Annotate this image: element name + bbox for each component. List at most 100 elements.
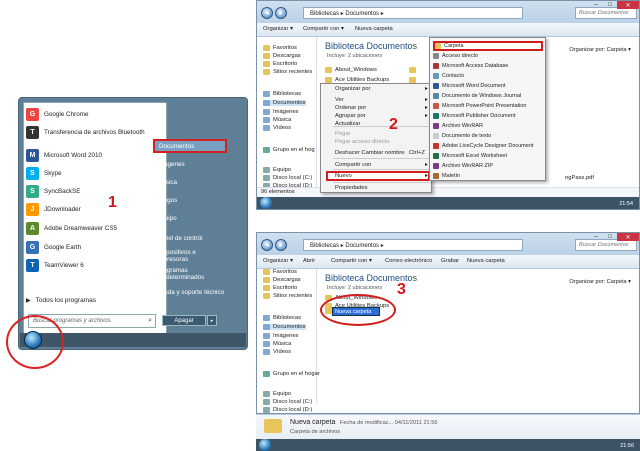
context-menu-item[interactable]: Nuevo (335, 173, 352, 179)
nav-item[interactable]: Sitios recientes (263, 293, 312, 299)
list-item[interactable]: About_Windows (325, 67, 377, 73)
context-menu-item[interactable]: Propiedades (335, 185, 368, 191)
back-button[interactable]: ◂ (261, 7, 273, 19)
nav-item[interactable]: Favoritos (263, 269, 297, 275)
start-menu-program[interactable]: G Google Earth (26, 238, 162, 256)
submenu-item-folder[interactable]: Carpeta (433, 41, 543, 51)
back-button[interactable]: ◂ (261, 239, 273, 251)
start-orb-icon[interactable] (259, 439, 271, 451)
submenu-item[interactable]: Maletín (433, 171, 543, 181)
start-menu-program[interactable]: G Google Chrome (26, 105, 162, 123)
nav-item[interactable]: Descargas (263, 53, 301, 59)
nav-item[interactable]: Bibliotecas (263, 315, 301, 321)
forward-button[interactable]: ▸ (275, 239, 287, 251)
nav-item[interactable]: Grupo en el hog (263, 147, 315, 153)
start-menu-program[interactable]: T TeamViewer 6 (26, 256, 162, 274)
shutdown-options-button[interactable]: ▸ (207, 315, 217, 326)
start-menu-program[interactable]: S SyncBackSE (26, 182, 162, 200)
nav-item[interactable]: Descargas (263, 277, 301, 283)
new-folder-button[interactable]: Nueva carpeta (355, 26, 393, 32)
context-menu-item[interactable]: Organizar por (335, 86, 370, 92)
start-menu-program[interactable]: A Adobe Dreamweaver CS5 (26, 219, 162, 237)
library-icon (263, 91, 270, 97)
nav-item[interactable]: Vídeos (263, 349, 291, 355)
maximize-button[interactable]: □ (603, 233, 617, 241)
context-menu-item[interactable]: Ver (335, 97, 344, 103)
nav-item[interactable]: Equipo (263, 391, 291, 397)
share-button[interactable]: Compartir con ▾ (331, 258, 372, 264)
submenu-item[interactable]: Documento de texto (433, 131, 543, 141)
arrange-by[interactable]: Organizar por: Carpeta ▾ (569, 279, 631, 285)
submenu-item[interactable]: Microsoft PowerPoint Presentation (433, 101, 543, 111)
nav-item[interactable]: Imágenes (263, 333, 298, 339)
start-menu-link[interactable]: Ayuda y soporte técnico (153, 285, 227, 299)
start-menu-link[interactable]: Dispositivos e impresoras (153, 249, 227, 263)
item-type-icon (433, 163, 439, 169)
start-menu-program[interactable]: T Transferencia de archivos Bluetooth (26, 123, 162, 141)
organize-button[interactable]: Organizar ▾ (263, 258, 293, 264)
submenu-item[interactable]: Microsoft Word Document (433, 81, 543, 91)
open-button[interactable]: Abrir (303, 258, 315, 264)
submenu-item[interactable]: Archivo WinRAR (433, 121, 543, 131)
address-bar[interactable]: Bibliotecas ▸ Documentos ▸ (303, 7, 523, 19)
email-button[interactable]: Correo electrónico (385, 258, 432, 264)
shutdown-button[interactable]: Apagar (162, 315, 206, 326)
start-menu-program[interactable]: S Skype (26, 164, 162, 182)
library-subtitle[interactable]: Incluye: 2 ubicaciones (327, 53, 382, 59)
nav-item[interactable]: Disco local (C:) (263, 399, 312, 405)
submenu-item[interactable]: Contacto (433, 71, 543, 81)
minimize-button[interactable]: – (589, 1, 603, 9)
start-menu-link[interactable]: Música (153, 175, 227, 189)
nav-item[interactable]: Disco local (D:) (263, 407, 312, 413)
library-subtitle[interactable]: Incluye: 2 ubicaciones (327, 285, 382, 291)
close-button[interactable]: ✕ (617, 1, 639, 9)
submenu-item[interactable]: Acceso directo (433, 51, 543, 61)
start-menu-link[interactable]: Programas predeterminados (153, 267, 227, 281)
nav-item[interactable]: Vídeos (263, 125, 291, 131)
nav-item[interactable]: Favoritos (263, 45, 297, 51)
forward-button[interactable]: ▸ (275, 7, 287, 19)
organize-button[interactable]: Organizar ▾ (263, 26, 293, 32)
context-menu-item[interactable]: Compartir con (335, 162, 371, 168)
list-item[interactable]: ngPass.pdf (565, 175, 594, 181)
nav-item[interactable]: Música (263, 117, 291, 123)
start-orb-icon[interactable] (260, 197, 272, 209)
nav-item[interactable]: Bibliotecas (263, 91, 301, 97)
nav-item[interactable]: Disco local (C:) (263, 175, 312, 181)
nav-item[interactable]: Equipo (263, 167, 291, 173)
minimize-button[interactable]: – (589, 233, 603, 241)
nav-item[interactable]: Documentos (263, 100, 306, 106)
menu-separator (333, 158, 429, 159)
start-menu-program[interactable]: J JDownloader (26, 200, 162, 218)
submenu-item[interactable]: Adobe LiveCycle Designer Document (433, 141, 543, 151)
arrange-by[interactable]: Organizar por: Carpeta ▾ (569, 47, 631, 53)
nav-item[interactable]: Documentos (263, 324, 306, 330)
submenu-item[interactable]: Archivo WinRAR ZIP (433, 161, 543, 171)
context-menu-item[interactable]: Agrupar por (335, 113, 366, 119)
start-menu-program[interactable]: M Microsoft Word 2010 (26, 146, 162, 164)
maximize-button[interactable]: □ (603, 1, 617, 9)
start-menu-link[interactable]: Panel de control (153, 231, 227, 245)
address-bar[interactable]: Bibliotecas ▸ Documentos ▸ (303, 239, 523, 251)
nav-item[interactable]: Grupo en el hogar (263, 371, 320, 377)
start-menu-link[interactable]: Juegos (153, 193, 227, 207)
submenu-item[interactable]: Microsoft Excel Worksheet (433, 151, 543, 161)
submenu-item[interactable]: Microsoft Publisher Document (433, 111, 543, 121)
close-button[interactable]: ✕ (617, 233, 639, 241)
nav-item[interactable]: Música (263, 341, 291, 347)
submenu-item[interactable]: Documento de Windows Journal (433, 91, 543, 101)
context-menu-item[interactable]: Deshacer Cambiar nombre (335, 150, 405, 156)
context-menu-item[interactable]: Ordenar por (335, 105, 366, 111)
all-programs-link[interactable]: ▶ Todos los programas (26, 297, 96, 304)
start-menu-link[interactable]: Imágenes (153, 157, 227, 171)
share-button[interactable]: Compartir con ▾ (303, 26, 344, 32)
start-menu-documents-link[interactable]: Documentos (153, 139, 227, 153)
burn-button[interactable]: Grabar (441, 258, 459, 264)
nav-item[interactable]: Imágenes (263, 109, 298, 115)
nav-item[interactable]: Sitios recientes (263, 69, 312, 75)
submenu-item[interactable]: Microsoft Access Database (433, 61, 543, 71)
nav-item[interactable]: Escritorio (263, 285, 297, 291)
new-folder-button[interactable]: Nueva carpeta (467, 258, 505, 264)
nav-item[interactable]: Escritorio (263, 61, 297, 67)
start-menu-link[interactable]: Equipo (153, 211, 227, 225)
